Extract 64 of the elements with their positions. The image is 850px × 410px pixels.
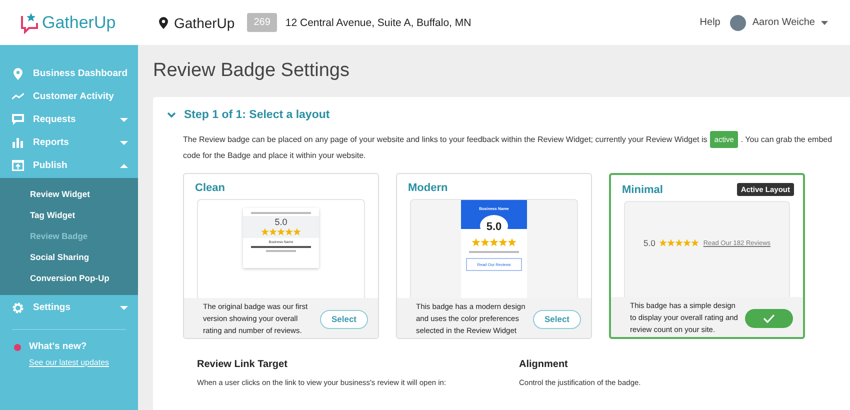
whats-new-title: What's new? [29,341,88,352]
location-count: 269 [246,13,278,32]
sidebar-item[interactable]: Settings [0,296,138,319]
updates-link[interactable]: See our latest updates [29,358,110,367]
caret-up-icon [120,164,128,168]
submenu-item[interactable]: Social Sharing [0,247,138,268]
help-link[interactable]: Help [700,17,720,28]
sidebar-item[interactable]: Business Dashboard [0,62,138,85]
notification-dot [14,344,21,351]
stars-drawing [261,228,301,236]
rating-value: 5.0 [643,238,656,248]
avatar-icon [730,14,746,30]
location-name[interactable]: GatherUp [174,14,235,30]
user-menu[interactable]: Aaron Weiche [752,17,815,28]
message-icon [12,114,24,125]
sidebar-item[interactable]: Publish [0,154,138,177]
text-line-drawing [251,212,311,214]
stars-drawing [659,239,700,247]
submenu-item[interactable]: Review Badge [0,226,138,247]
location-address: 12 Central Avenue, Suite A, Buffalo, MN [285,16,472,28]
text-line-drawing [266,250,296,252]
stars-drawing [471,238,517,247]
page-title: Review Badge Settings [153,60,350,82]
submenu-item[interactable]: Review Widget [0,184,138,205]
intro-text: The Review badge can be placed on any page of your website and links to your feedback within the Review Widget; currently your Review Widget is [183,134,708,146]
layout-name: Minimal [622,184,663,196]
sidebar-label: Business Dashboard [33,68,128,79]
trend-line-icon [12,93,24,100]
selected-button[interactable] [745,308,793,328]
location-pin-icon [159,16,168,28]
sidebar-label: Customer Activity [33,91,115,102]
sidebar-item[interactable]: Customer Activity [0,85,138,108]
caret-down-icon [120,306,128,310]
bar-chart-icon [12,138,24,148]
sidebar-label: Publish [33,160,68,171]
sidebar-label: Reports [33,137,70,148]
intro-text: . You can grab the embed [740,134,832,146]
logo-icon [20,12,40,34]
sidebar-item[interactable]: Requests [0,108,138,131]
window-upload-icon [12,160,24,171]
rating-value: 5.0 [274,217,288,227]
settings-icon [12,302,24,314]
select-button[interactable]: Select [320,310,368,328]
section-title: Review Link Target [197,359,288,370]
submenu-item[interactable]: Tag Widget [0,205,138,226]
text-line-drawing [251,246,311,248]
select-button[interactable]: Select [533,310,581,328]
submenu-item[interactable]: Conversion Pop-Up [0,268,138,289]
caret-down-icon [120,140,128,144]
intro-text: code for the Badge and place it within your website. [183,150,367,162]
sidebar-item[interactable]: Reports [0,131,138,154]
chevron-icon[interactable] [167,112,176,118]
checkmark-icon [763,314,775,322]
caret-down-icon [120,118,128,122]
layout-name: Clean [195,182,225,194]
layout-name: Modern [408,182,448,194]
caret-icon[interactable] [821,20,828,24]
location-pin-icon [12,68,24,80]
section-title: Alignment [519,359,569,370]
sidebar-label: Requests [33,114,77,125]
sidebar-label: Settings [33,302,72,313]
logo-text: GatherUp [42,12,116,32]
text-line-drawing [469,251,519,253]
step-title[interactable]: Step 1 of 1: Select a layout [184,109,330,121]
